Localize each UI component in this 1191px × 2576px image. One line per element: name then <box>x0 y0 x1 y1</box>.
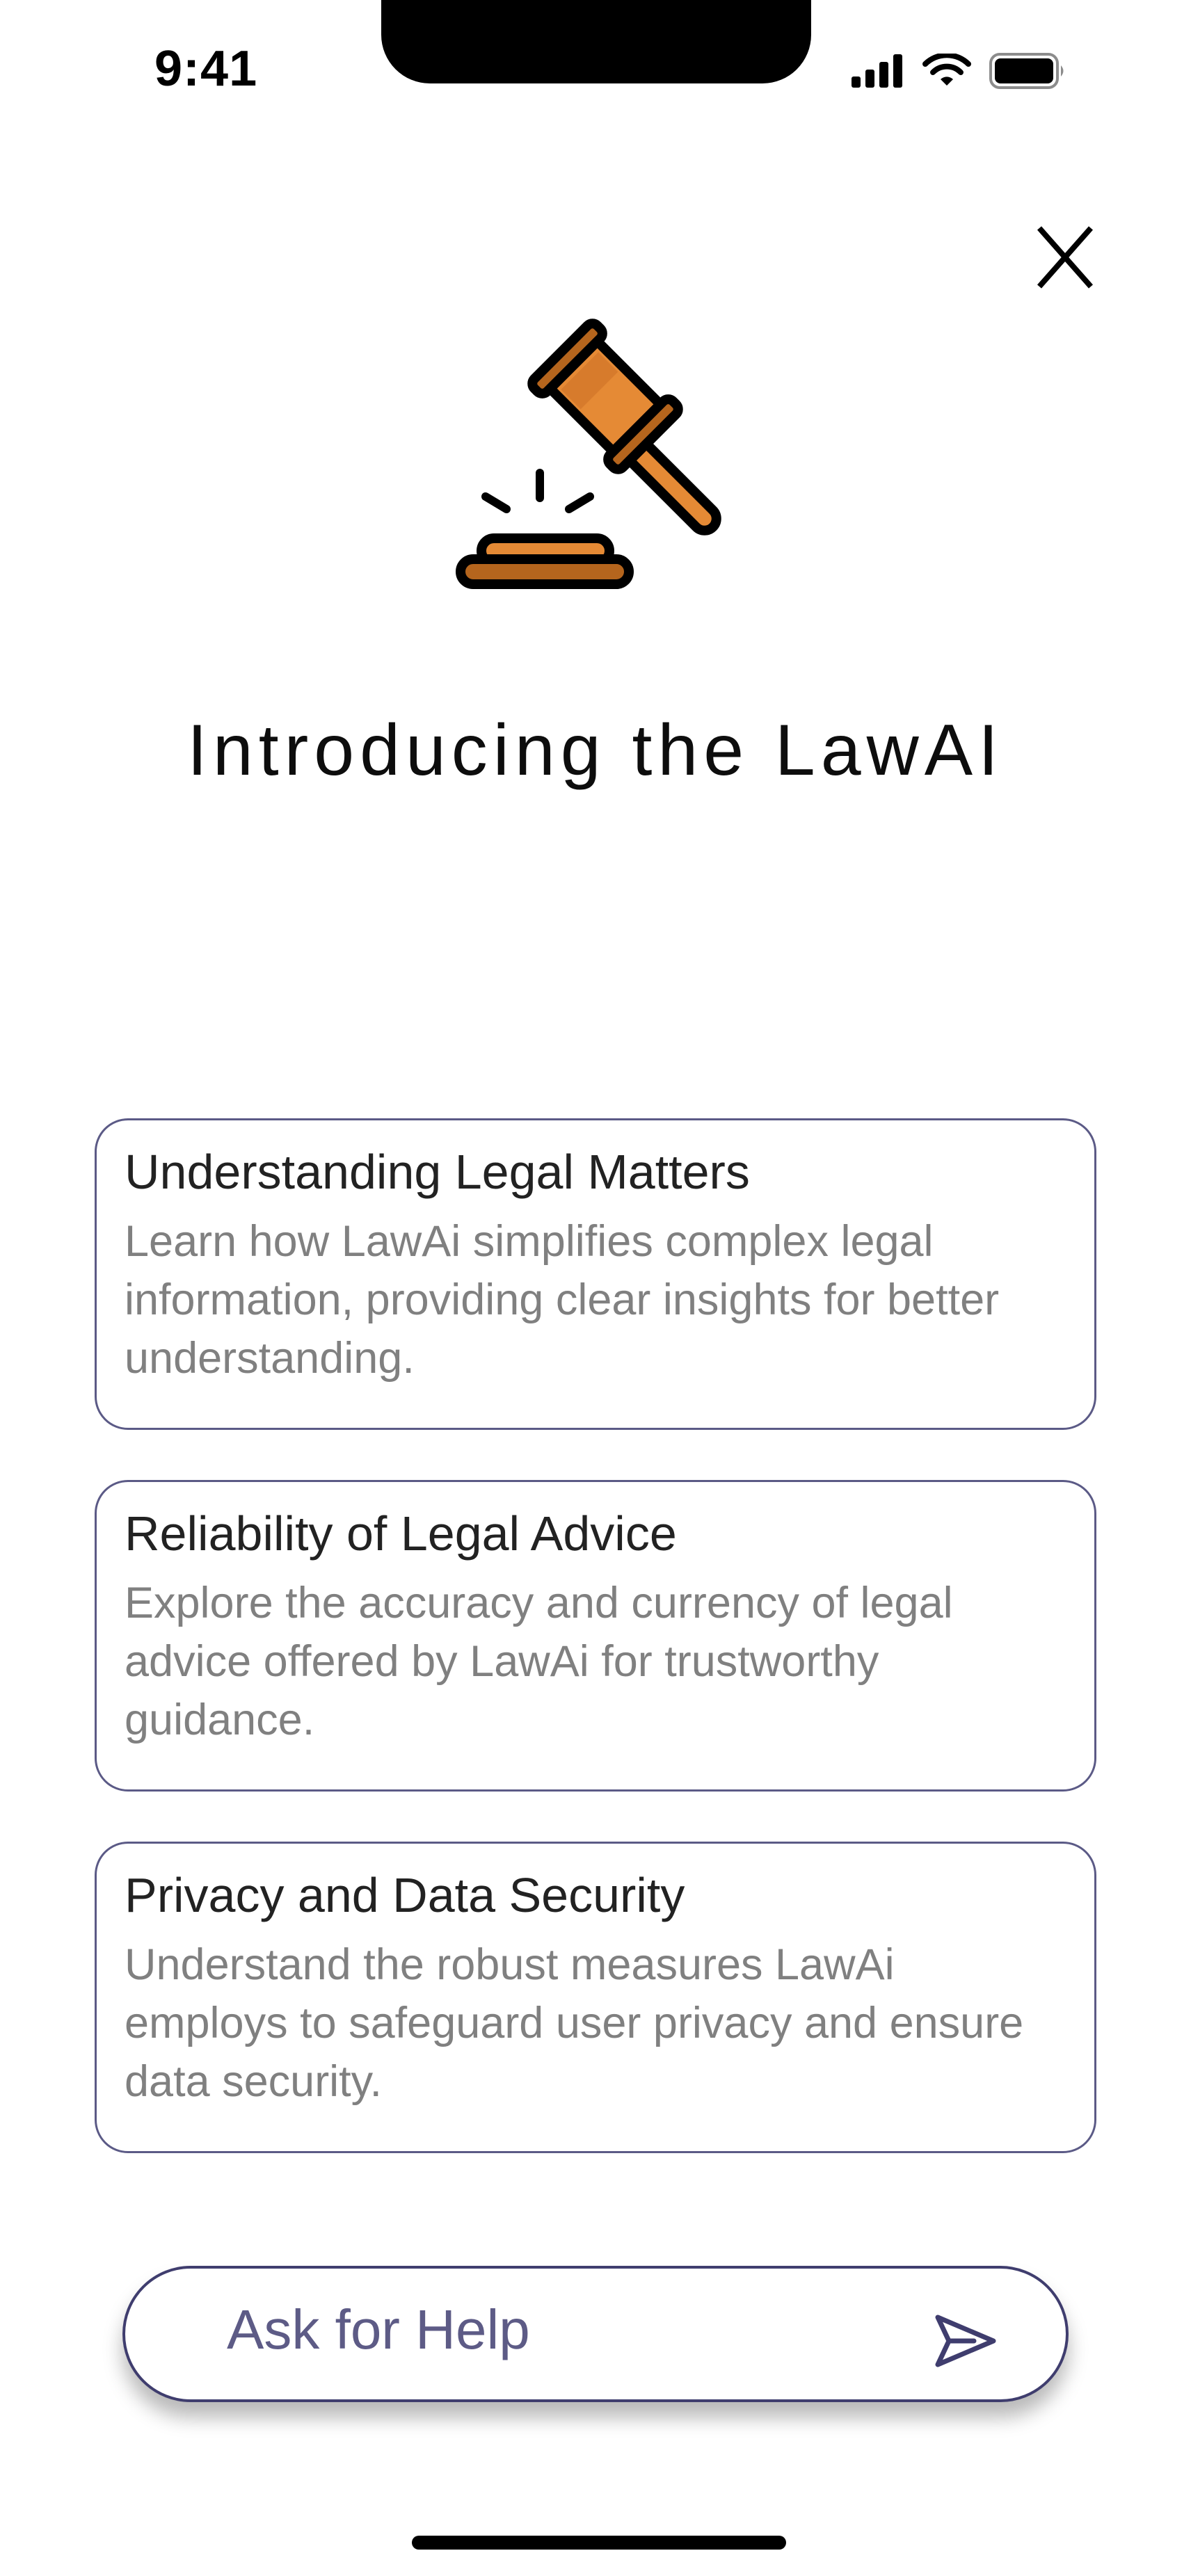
card-description: Learn how LawAi simplifies complex legal… <box>125 1217 1000 1383</box>
device-notch <box>381 0 811 83</box>
close-icon <box>1037 226 1094 289</box>
info-card-legal-matters[interactable]: Understanding Legal Matters Learn how La… <box>95 1118 1096 1430</box>
close-button[interactable] <box>1034 224 1096 291</box>
info-card-privacy[interactable]: Privacy and Data Security Understand the… <box>95 1842 1096 2153</box>
home-indicator <box>412 2536 786 2550</box>
card-title: Reliability of Legal Advice <box>125 1506 677 1561</box>
signal-icon <box>852 54 902 88</box>
card-title: Understanding Legal Matters <box>125 1145 750 1199</box>
status-bar: 9:41 <box>0 0 1191 139</box>
card-description: Explore the accuracy and currency of leg… <box>125 1579 953 1744</box>
page-title: Introducing the LawAI <box>187 710 1004 791</box>
status-icons <box>852 53 1067 89</box>
send-icon <box>935 2315 996 2367</box>
ask-for-help-input[interactable]: Ask for Help <box>122 2266 1069 2402</box>
status-time: 9:41 <box>154 41 258 97</box>
gavel-icon <box>445 292 751 598</box>
info-card-legal-advice[interactable]: Reliability of Legal Advice Explore the … <box>95 1480 1096 1792</box>
card-title: Privacy and Data Security <box>125 1868 685 1922</box>
send-button[interactable] <box>932 2312 999 2370</box>
wifi-icon <box>922 54 971 86</box>
ask-for-help-label: Ask for Help <box>227 2299 530 2360</box>
card-description: Understand the robust measures LawAi emp… <box>125 1940 1024 2106</box>
battery-icon <box>989 53 1064 89</box>
